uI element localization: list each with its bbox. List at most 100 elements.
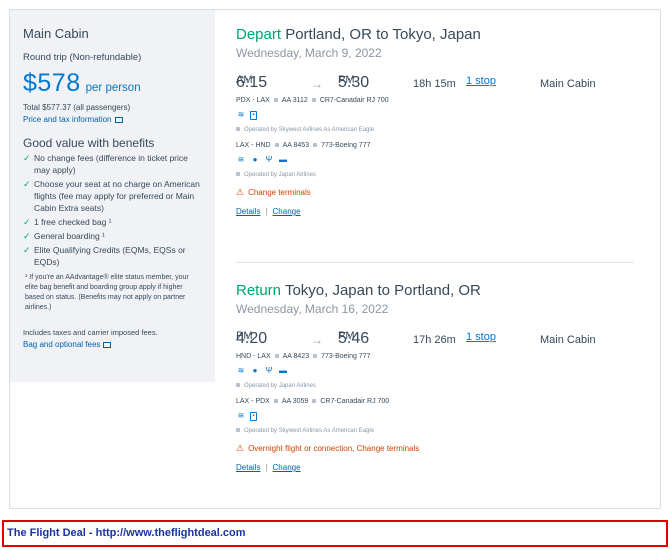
depart-date: Wednesday, March 9, 2022 xyxy=(236,46,382,60)
separator-dot xyxy=(274,143,279,148)
segment-divider xyxy=(236,262,634,263)
benefits-list: ✓ No change fees (difference in ticket pr… xyxy=(23,152,203,268)
price-tax-link[interactable]: Price and tax information xyxy=(23,115,203,124)
check-icon: ✓ xyxy=(23,217,31,227)
benefit-item: ✓ No change fees (difference in ticket pr… xyxy=(23,152,203,176)
separator-dot xyxy=(236,127,240,132)
leg-route: LAX - HND xyxy=(236,142,271,149)
details-link[interactable]: Details xyxy=(236,463,260,472)
warning-text: Change terminals xyxy=(248,188,311,197)
segment-warning: ⚠ Change terminals xyxy=(236,187,636,198)
leg-flight: AA 3059 xyxy=(281,398,309,405)
price-row: $578 per person xyxy=(23,69,203,98)
change-link[interactable]: Change xyxy=(273,463,301,472)
separator-dot xyxy=(236,428,240,433)
bag-fees-link-label[interactable]: Bag and optional fees xyxy=(23,340,100,349)
arrival-ampm: PM xyxy=(338,330,355,342)
depart-heading: Depart Portland, OR to Tokyo, Japan xyxy=(236,26,636,43)
separator-dot xyxy=(236,383,240,388)
amenities: ≋ ● Ψ ▬ xyxy=(236,365,636,377)
leg-route: HND - LAX xyxy=(236,353,271,360)
cabin-title: Main Cabin xyxy=(23,26,89,41)
flight-duration: 18h 15m xyxy=(413,78,456,90)
separator-dot xyxy=(273,399,278,404)
leg-aircraft: CR7-Canadair RJ 700 xyxy=(320,398,390,405)
external-link-icon xyxy=(103,341,112,348)
operated-by-text: Operated by Skywest Airlines As American… xyxy=(244,428,375,434)
arrow-right-icon: → xyxy=(311,333,323,347)
operated-by: Operated by Japan Airlines xyxy=(236,172,636,178)
benefit-item: ✓ General boarding ¹ xyxy=(23,230,203,242)
stops-link[interactable]: 1 stop xyxy=(466,75,496,87)
operated-by: Operated by Skywest Airlines As American… xyxy=(236,428,636,434)
warning-text: Overnight flight or connection, Change t… xyxy=(248,444,420,453)
separator-dot xyxy=(274,354,279,359)
segment-warning: ⚠ Overnight flight or connection, Change … xyxy=(236,443,636,454)
separator-dot xyxy=(273,98,278,103)
return-times: 4:20 PM → 5:46 PM 17h 26m 1 stop Main Ca… xyxy=(236,330,636,352)
segment-cabin: Main Cabin xyxy=(540,334,596,346)
leg-info: HND - LAX AA 8423 773-Boeing 777 xyxy=(236,353,636,360)
check-icon: ✓ xyxy=(23,179,31,189)
change-link[interactable]: Change xyxy=(273,207,301,216)
wifi-icon: ≋ xyxy=(237,110,245,119)
details-link[interactable]: Details xyxy=(236,207,260,216)
entertainment-icon: ● xyxy=(252,366,258,375)
wifi-icon: ≋ xyxy=(237,366,245,375)
arrow-right-icon: → xyxy=(311,77,323,91)
benefit-text: Elite Qualifying Credits (EQMs, EQSs or … xyxy=(34,245,186,267)
operated-by-text: Operated by Japan Airlines xyxy=(244,383,317,389)
fare-card: Main Cabin Round trip (Non-refundable) $… xyxy=(9,9,661,509)
arrival-ampm: PM xyxy=(338,74,355,86)
entertainment-icon: ● xyxy=(252,155,258,164)
operated-by-text: Operated by Japan Airlines xyxy=(244,172,317,178)
departure-ampm: PM xyxy=(236,330,253,342)
return-segment: Return Tokyo, Japan to Portland, OR Wedn… xyxy=(236,282,636,472)
benefits-heading: Good value with benefits xyxy=(23,136,155,150)
usb-icon: Ψ xyxy=(265,366,273,375)
leg-info: LAX - PDX AA 3059 CR7-Canadair RJ 700 xyxy=(236,398,636,405)
wifi-icon: ≋ xyxy=(237,155,245,164)
separator-dot xyxy=(313,354,318,359)
check-icon: ✓ xyxy=(23,231,31,241)
leg-aircraft: 773-Boeing 777 xyxy=(321,142,371,149)
operated-by: Operated by Japan Airlines xyxy=(236,383,636,389)
benefit-text: General boarding ¹ xyxy=(34,231,105,241)
price: $578 xyxy=(23,69,81,97)
benefit-item: ✓ Elite Qualifying Credits (EQMs, EQSs or… xyxy=(23,244,203,268)
benefit-item: ✓ 1 free checked bag ¹ xyxy=(23,216,203,228)
fare-summary-sidebar: Main Cabin Round trip (Non-refundable) $… xyxy=(10,10,215,382)
separator-dot xyxy=(311,98,316,103)
total-price: Total $577.37 (all passengers) xyxy=(23,103,131,112)
benefit-text: 1 free checked bag ¹ xyxy=(34,217,112,227)
separator-dot xyxy=(312,399,317,404)
departure-ampm: AM xyxy=(236,74,253,86)
tv-icon: ▬ xyxy=(279,155,287,164)
external-link-icon xyxy=(114,116,123,123)
power-icon: ▪ xyxy=(250,110,257,120)
link-separator: | xyxy=(265,207,268,216)
return-label: Return xyxy=(236,282,282,299)
price-tax-link-label[interactable]: Price and tax information xyxy=(23,115,112,124)
leg-flight: AA 8453 xyxy=(282,142,310,149)
operated-by-text: Operated by Skywest Airlines As American… xyxy=(244,127,375,133)
fine-print: ¹ If you're an AAdvantage® elite status … xyxy=(25,274,189,311)
stops-link[interactable]: 1 stop xyxy=(466,331,496,343)
bag-fees-link[interactable]: Bag and optional fees xyxy=(23,340,203,349)
leg-flight: AA 3112 xyxy=(281,97,308,104)
link-separator: | xyxy=(265,463,268,472)
amenities: ≋ ▪ xyxy=(236,109,636,121)
leg-flight: AA 8423 xyxy=(282,353,310,360)
depart-route: Portland, OR to Tokyo, Japan xyxy=(285,26,481,43)
separator-dot xyxy=(236,172,240,177)
depart-label: Depart xyxy=(236,26,282,43)
power-icon: ▪ xyxy=(250,411,257,421)
leg-info: LAX - HND AA 8453 773-Boeing 777 xyxy=(236,142,636,149)
check-icon: ✓ xyxy=(23,153,31,163)
warning-icon: ⚠ xyxy=(236,187,245,197)
amenities: ≋ ● Ψ ▬ xyxy=(236,154,636,166)
return-heading: Return Tokyo, Japan to Portland, OR xyxy=(236,282,636,299)
trip-type: Round trip (Non-refundable) xyxy=(23,52,142,63)
benefit-item: ✓ Choose your seat at no charge on Americ… xyxy=(23,178,203,214)
leg-route: PDX - LAX xyxy=(236,97,270,104)
